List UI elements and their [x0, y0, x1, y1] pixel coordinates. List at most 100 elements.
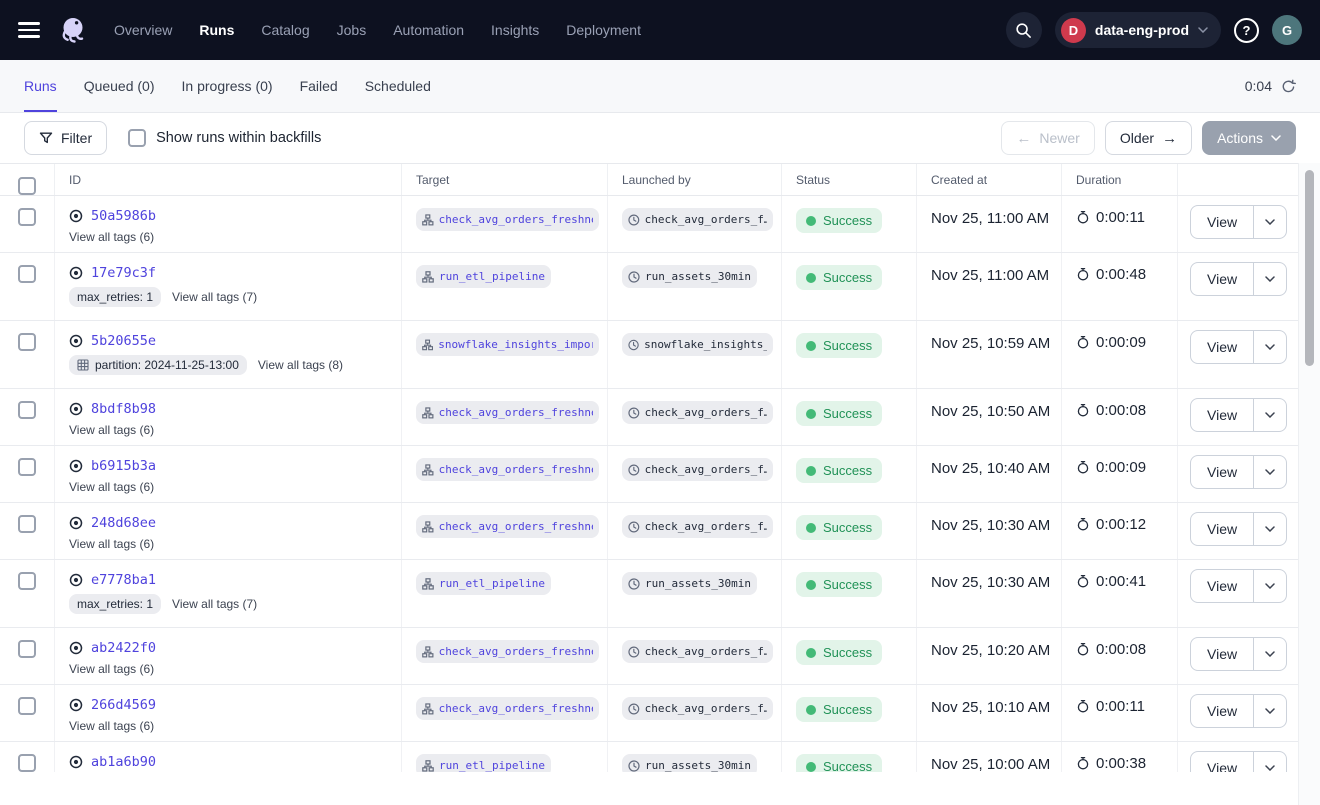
row-checkbox[interactable]	[18, 515, 36, 533]
dagster-logo[interactable]	[58, 15, 88, 45]
help-button[interactable]: ?	[1234, 18, 1259, 43]
view-all-tags-link[interactable]: View all tags (6)	[69, 423, 154, 437]
tab-scheduled[interactable]: Scheduled	[365, 60, 431, 112]
run-tag-pill[interactable]: max_retries: 1	[69, 594, 161, 614]
launched-by-chip[interactable]: run_assets_30min	[622, 754, 757, 772]
view-run-dropdown-button[interactable]	[1254, 456, 1286, 488]
tab-runs[interactable]: Runs	[24, 60, 57, 112]
view-run-button[interactable]: View	[1191, 570, 1254, 602]
launched-by-chip[interactable]: check_avg_orders_f…	[622, 208, 773, 231]
tab-failed[interactable]: Failed	[300, 60, 338, 112]
run-id-link[interactable]: ab1a6b90	[91, 754, 156, 770]
row-checkbox[interactable]	[18, 401, 36, 419]
nav-item-deployment[interactable]: Deployment	[566, 22, 641, 38]
row-checkbox[interactable]	[18, 265, 36, 283]
launched-by-chip[interactable]: run_assets_30min	[622, 265, 757, 288]
hamburger-menu-icon[interactable]	[18, 22, 40, 38]
user-avatar[interactable]: G	[1272, 15, 1302, 45]
view-run-button[interactable]: View	[1191, 513, 1254, 545]
row-checkbox[interactable]	[18, 458, 36, 476]
view-all-tags-link[interactable]: View all tags (6)	[69, 537, 154, 551]
tab-in-progress[interactable]: In progress (0)	[182, 60, 273, 112]
view-run-button[interactable]: View	[1191, 456, 1254, 488]
view-run-button[interactable]: View	[1191, 206, 1254, 238]
run-id-link[interactable]: 248d68ee	[91, 515, 156, 531]
view-run-button[interactable]: View	[1191, 638, 1254, 670]
view-all-tags-link[interactable]: View all tags (7)	[172, 597, 257, 611]
workspace-switcher[interactable]: D data-eng-prod	[1055, 12, 1221, 48]
launched-by-chip[interactable]: check_avg_orders_f…	[622, 697, 773, 720]
launched-by-chip[interactable]: check_avg_orders_f…	[622, 458, 773, 481]
row-checkbox[interactable]	[18, 640, 36, 658]
launched-by-chip[interactable]: snowflake_insights_…	[622, 333, 773, 356]
older-button[interactable]: Older →	[1105, 121, 1192, 155]
view-all-tags-link[interactable]: View all tags (6)	[69, 480, 154, 494]
view-run-button[interactable]: View	[1191, 399, 1254, 431]
nav-item-catalog[interactable]: Catalog	[261, 22, 309, 38]
view-run-dropdown-button[interactable]	[1254, 695, 1286, 727]
show-backfills-toggle[interactable]: Show runs within backfills	[128, 129, 321, 147]
vertical-scrollbar-thumb[interactable]	[1305, 170, 1314, 366]
run-id-link[interactable]: 17e79c3f	[91, 265, 156, 281]
tab-queued[interactable]: Queued (0)	[84, 60, 155, 112]
nav-item-automation[interactable]: Automation	[393, 22, 464, 38]
view-run-dropdown-button[interactable]	[1254, 513, 1286, 545]
view-run-button[interactable]: View	[1191, 752, 1254, 772]
target-chip[interactable]: check_avg_orders_freshne	[416, 401, 599, 424]
run-id-link[interactable]: e7778ba1	[91, 572, 156, 588]
target-chip[interactable]: check_avg_orders_freshne	[416, 697, 599, 720]
refresh-icon[interactable]	[1281, 79, 1296, 94]
backfills-checkbox[interactable]	[128, 129, 146, 147]
view-run-dropdown-button[interactable]	[1254, 263, 1286, 295]
row-checkbox[interactable]	[18, 208, 36, 226]
view-all-tags-link[interactable]: View all tags (6)	[69, 662, 154, 676]
run-id-link[interactable]: 266d4569	[91, 697, 156, 713]
filter-button[interactable]: Filter	[24, 121, 107, 155]
target-chip[interactable]: run_etl_pipeline	[416, 265, 551, 288]
nav-item-runs[interactable]: Runs	[199, 22, 234, 38]
run-id-link[interactable]: 5b20655e	[91, 333, 156, 349]
select-all-checkbox[interactable]	[18, 177, 36, 195]
view-run-dropdown-button[interactable]	[1254, 638, 1286, 670]
row-checkbox[interactable]	[18, 572, 36, 590]
row-checkbox[interactable]	[18, 697, 36, 715]
launched-by-chip[interactable]: check_avg_orders_f…	[622, 401, 773, 424]
nav-item-insights[interactable]: Insights	[491, 22, 539, 38]
newer-button[interactable]: ← Newer	[1001, 121, 1094, 155]
view-run-dropdown-button[interactable]	[1254, 399, 1286, 431]
view-all-tags-link[interactable]: View all tags (7)	[172, 290, 257, 304]
view-all-tags-link[interactable]: View all tags (6)	[69, 230, 154, 244]
view-all-tags-link[interactable]: View all tags (6)	[69, 719, 154, 733]
nav-item-jobs[interactable]: Jobs	[337, 22, 367, 38]
row-checkbox[interactable]	[18, 333, 36, 351]
target-chip[interactable]: snowflake_insights_import	[416, 333, 599, 356]
nav-item-overview[interactable]: Overview	[114, 22, 172, 38]
search-button[interactable]	[1006, 12, 1042, 48]
view-run-button[interactable]: View	[1191, 695, 1254, 727]
view-run-dropdown-button[interactable]	[1254, 206, 1286, 238]
run-id-link[interactable]: 8bdf8b98	[91, 401, 156, 417]
launched-by-chip[interactable]: check_avg_orders_f…	[622, 640, 773, 663]
launched-by-chip[interactable]: check_avg_orders_f…	[622, 515, 773, 538]
target-chip[interactable]: run_etl_pipeline	[416, 572, 551, 595]
run-tag-pill[interactable]: partition: 2024-11-25-13:00	[69, 355, 247, 375]
target-chip[interactable]: check_avg_orders_freshne	[416, 208, 599, 231]
run-id-link[interactable]: ab2422f0	[91, 640, 156, 656]
view-run-dropdown-button[interactable]	[1254, 570, 1286, 602]
target-chip[interactable]: check_avg_orders_freshne	[416, 515, 599, 538]
target-chip[interactable]: check_avg_orders_freshne	[416, 640, 599, 663]
view-run-dropdown-button[interactable]	[1254, 752, 1286, 772]
view-run-button[interactable]: View	[1191, 331, 1254, 363]
view-run-dropdown-button[interactable]	[1254, 331, 1286, 363]
target-chip[interactable]: run_etl_pipeline	[416, 754, 551, 772]
row-checkbox[interactable]	[18, 754, 36, 772]
run-id-link[interactable]: 50a5986b	[91, 208, 156, 224]
view-run-button[interactable]: View	[1191, 263, 1254, 295]
run-id-link[interactable]: b6915b3a	[91, 458, 156, 474]
target-chip[interactable]: check_avg_orders_freshne	[416, 458, 599, 481]
actions-button[interactable]: Actions	[1202, 121, 1296, 155]
view-all-tags-link[interactable]: View all tags (8)	[258, 358, 343, 372]
launched-by-chip[interactable]: run_assets_30min	[622, 572, 757, 595]
run-tag-pill[interactable]: max_retries: 1	[69, 287, 161, 307]
vertical-scrollbar-track[interactable]	[1298, 163, 1320, 805]
